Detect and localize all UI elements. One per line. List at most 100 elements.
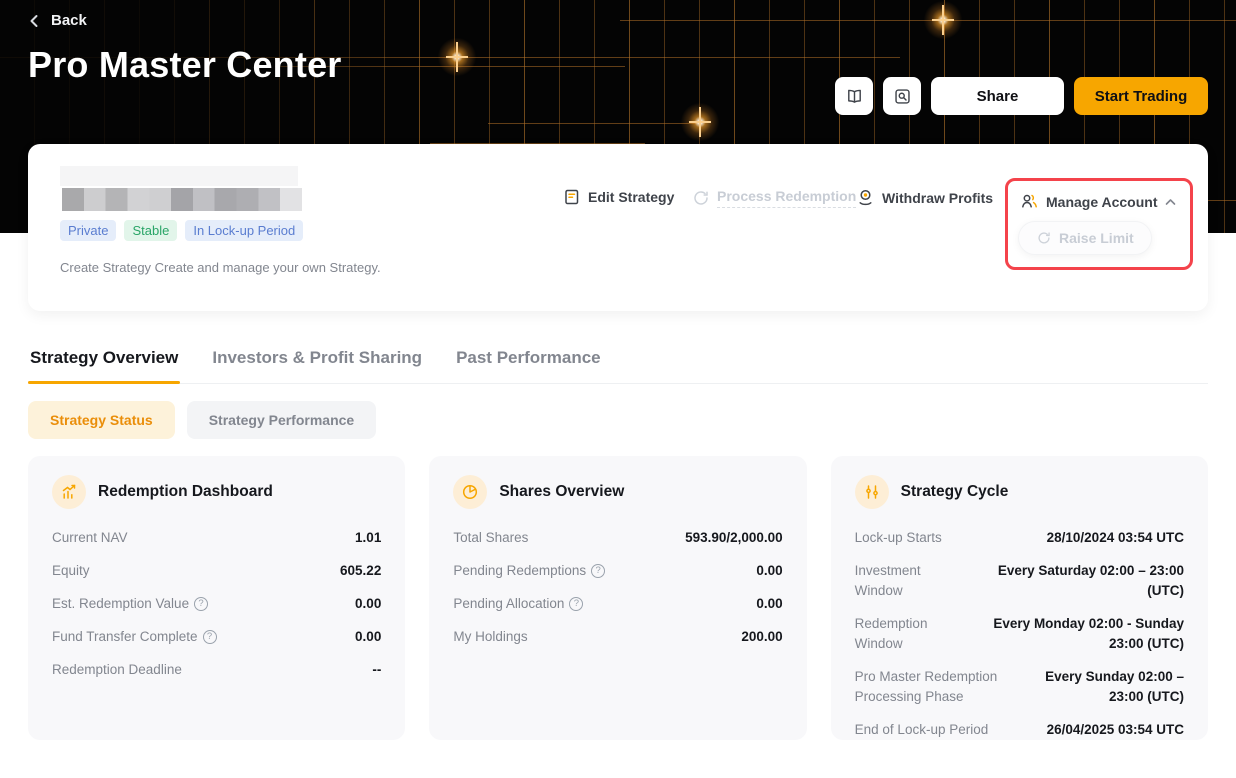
stat-card: Redemption Dashboard Current NAV 1.01: [28, 456, 405, 740]
main-content: Strategy Overview Investors & Profit Shar…: [28, 348, 1208, 740]
back-label: Back: [51, 12, 87, 29]
stat-rows: Lock-up Starts 28/10/2024 03:54 UTC Inve…: [855, 528, 1184, 740]
raise-limit-button[interactable]: Raise Limit: [1018, 221, 1152, 255]
stat-label: My Holdings: [453, 627, 527, 647]
sparkle-icon: [921, 0, 965, 42]
manage-account-icon: [1020, 192, 1039, 211]
stat-row: Pending Allocation ? 0.00: [453, 594, 782, 614]
stat-card-title: Strategy Cycle: [901, 483, 1009, 501]
start-trading-button[interactable]: Start Trading: [1074, 77, 1208, 115]
stat-label: Fund Transfer Complete: [52, 627, 198, 647]
stat-value: 0.00: [355, 627, 381, 647]
p2p-cycle-icon: [692, 189, 710, 207]
badges-row: Private Stable In Lock-up Period: [60, 220, 303, 241]
stat-value: 0.00: [756, 594, 782, 614]
stat-row: Pending Redemptions ? 0.00: [453, 561, 782, 581]
stat-label: Current NAV: [52, 528, 128, 548]
stat-label: End of Lock-up Period: [855, 720, 989, 740]
document-search-button[interactable]: [883, 77, 921, 115]
raise-limit-icon: [1036, 230, 1052, 246]
withdraw-profits-icon: [856, 188, 875, 207]
stat-row: Total Shares 593.90/2,000.00: [453, 528, 782, 548]
stat-value: 1.01: [355, 528, 381, 548]
pro-master-center-page: Back Pro Master Center Share Start Tradi…: [0, 0, 1236, 778]
stat-card-header: Shares Overview: [453, 475, 782, 509]
redacted-strategy-name: [60, 166, 298, 186]
chevron-up-icon: [1165, 198, 1176, 206]
edit-strategy-icon: [563, 188, 581, 206]
stat-row: Pro Master Redemption Processing Phase E…: [855, 667, 1184, 707]
stat-rows: Current NAV 1.01 Equity 605.22: [52, 528, 381, 680]
stat-value: Every Sunday 02:00 – 23:00 (UTC): [1027, 667, 1184, 707]
stat-value: 26/04/2025 03:54 UTC: [1047, 720, 1184, 740]
sparkle-icon: [678, 100, 722, 144]
stat-value: 200.00: [741, 627, 782, 647]
raise-limit-label: Raise Limit: [1059, 230, 1134, 246]
stat-row: Est. Redemption Value ? 0.00: [52, 594, 381, 614]
document-search-icon: [893, 87, 912, 106]
manage-account-label: Manage Account: [1046, 194, 1158, 210]
stat-card: Strategy Cycle Lock-up Starts 28/10/2024…: [831, 456, 1208, 740]
book-icon: [845, 87, 864, 106]
guide-book-button[interactable]: [835, 77, 873, 115]
subtab-pill[interactable]: Strategy Status: [28, 401, 175, 439]
edit-strategy-label: Edit Strategy: [588, 189, 674, 205]
stat-value: 0.00: [355, 594, 381, 614]
stat-row: Redemption Deadline --: [52, 660, 381, 680]
stat-card-title: Redemption Dashboard: [98, 483, 273, 501]
stat-card: Shares Overview Total Shares 593.90/2,00…: [429, 456, 806, 740]
stat-row: Current NAV 1.01: [52, 528, 381, 548]
tab[interactable]: Strategy Overview: [28, 348, 180, 383]
tab[interactable]: Past Performance: [454, 348, 603, 383]
stat-label: Pro Master Redemption Processing Phase: [855, 667, 1027, 707]
back-button[interactable]: Back: [28, 12, 87, 29]
help-icon[interactable]: ?: [194, 597, 208, 611]
redacted-strategy-name-mosaic: [62, 188, 302, 211]
stat-label: Redemption Deadline: [52, 660, 182, 680]
stat-label: Investment Window: [855, 561, 968, 601]
subtab-pill[interactable]: Strategy Performance: [187, 401, 377, 439]
pie-chart-icon: [453, 475, 487, 509]
subtab-bar: Strategy Status Strategy Performance: [28, 401, 1208, 439]
stat-label: Pending Redemptions: [453, 561, 586, 581]
stat-row: Fund Transfer Complete ? 0.00: [52, 627, 381, 647]
stat-value: --: [372, 660, 381, 680]
help-icon[interactable]: ?: [203, 630, 217, 644]
sparkle-icon: [435, 35, 479, 79]
stat-value: 605.22: [340, 561, 381, 581]
stat-card-title: Shares Overview: [499, 483, 624, 501]
status-badge: Private: [60, 220, 116, 241]
withdraw-profits-button[interactable]: Withdraw Profits: [856, 188, 993, 207]
hero-actions: Share Start Trading: [835, 77, 1208, 115]
stat-value: Every Monday 02:00 - Sunday 23:00 (UTC): [966, 614, 1184, 654]
stat-card-header: Strategy Cycle: [855, 475, 1184, 509]
help-icon[interactable]: ?: [569, 597, 583, 611]
status-badge: Stable: [124, 220, 177, 241]
share-button[interactable]: Share: [931, 77, 1064, 115]
stat-label: Est. Redemption Value: [52, 594, 189, 614]
stat-row: Lock-up Starts 28/10/2024 03:54 UTC: [855, 528, 1184, 548]
manage-account-button[interactable]: Manage Account: [1020, 192, 1176, 211]
strategy-description: Create Strategy Create and manage your o…: [60, 260, 381, 275]
help-icon[interactable]: ?: [591, 564, 605, 578]
process-redemption-label: Process Redemption: [717, 188, 856, 208]
stat-label: Equity: [52, 561, 90, 581]
stat-card-header: Redemption Dashboard: [52, 475, 381, 509]
stat-cards-row: Redemption Dashboard Current NAV 1.01: [28, 456, 1208, 740]
edit-strategy-button[interactable]: Edit Strategy: [563, 188, 674, 206]
tab[interactable]: Investors & Profit Sharing: [210, 348, 424, 383]
stat-rows: Total Shares 593.90/2,000.00 Pending Red…: [453, 528, 782, 647]
annotation-highlight-box: Manage Account Raise Limit: [1005, 178, 1193, 270]
stat-value: 0.00: [756, 561, 782, 581]
page-title: Pro Master Center: [28, 44, 342, 86]
withdraw-profits-label: Withdraw Profits: [882, 190, 993, 206]
stat-value: 593.90/2,000.00: [685, 528, 783, 548]
stat-row: Equity 605.22: [52, 561, 381, 581]
stat-row: Investment Window Every Saturday 02:00 –…: [855, 561, 1184, 601]
status-badge: In Lock-up Period: [185, 220, 303, 241]
tab-bar: Strategy Overview Investors & Profit Shar…: [28, 348, 1208, 384]
process-redemption-button[interactable]: Process Redemption: [692, 188, 856, 208]
stat-row: My Holdings 200.00: [453, 627, 782, 647]
stat-label: Pending Allocation: [453, 594, 564, 614]
stat-value: Every Saturday 02:00 – 23:00 (UTC): [967, 561, 1184, 601]
